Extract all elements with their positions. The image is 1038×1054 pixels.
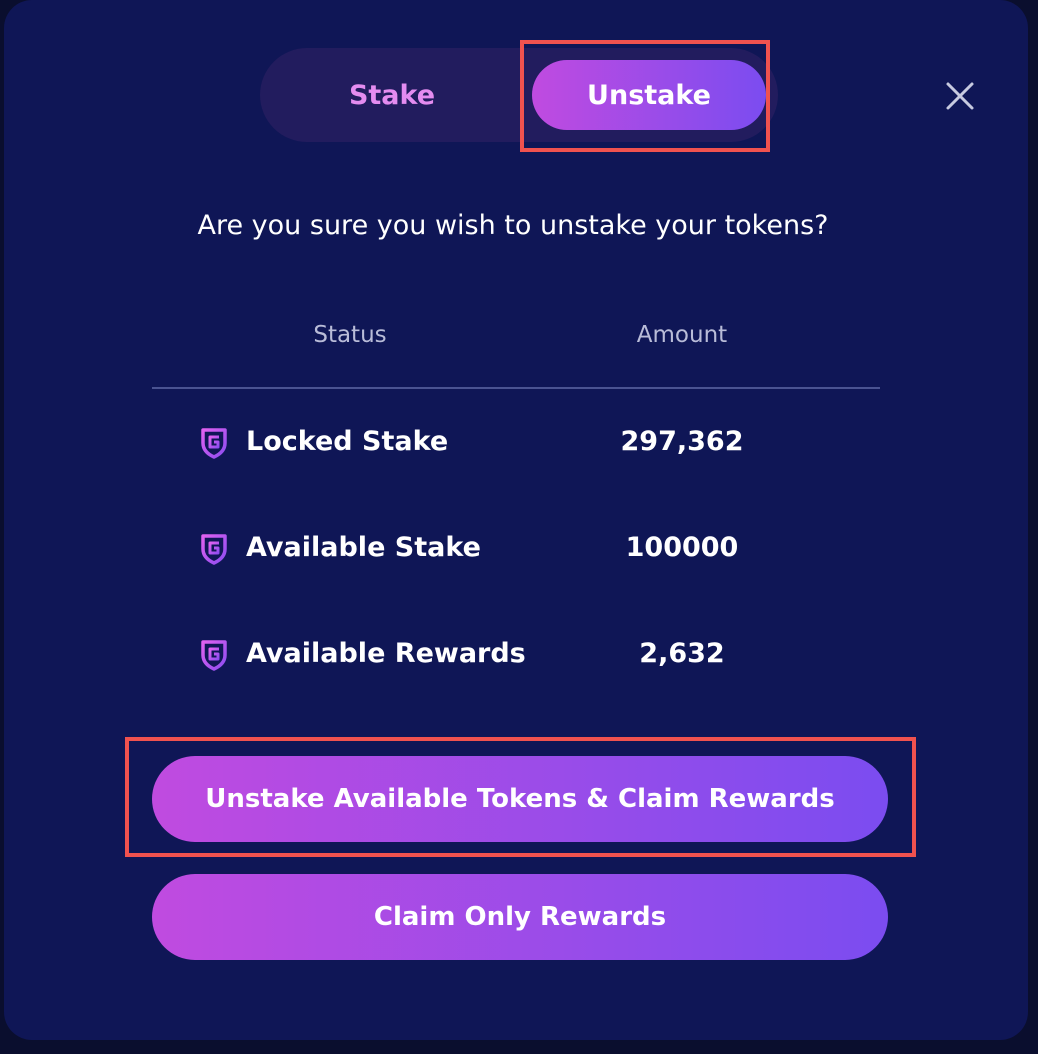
table-divider — [152, 387, 880, 389]
unstake-and-claim-button[interactable]: Unstake Available Tokens & Claim Rewards — [152, 756, 888, 842]
column-header-status: Status — [313, 322, 387, 348]
column-header-amount: Amount — [636, 322, 728, 348]
table-row-locked-stake: Locked Stake 297,362 — [152, 418, 880, 468]
g-shield-icon — [201, 428, 227, 459]
row-label: Available Stake — [246, 532, 481, 563]
confirm-question: Are you sure you wish to unstake your to… — [197, 210, 829, 241]
row-label: Locked Stake — [246, 426, 449, 457]
stake-tab-group: Stake Unstake — [260, 48, 778, 142]
row-amount: 2,632 — [639, 638, 725, 669]
table-row-available-rewards: Available Rewards 2,632 — [152, 630, 880, 680]
g-shield-icon — [201, 640, 227, 671]
row-amount: 100000 — [625, 532, 739, 563]
close-icon — [946, 82, 974, 110]
row-amount: 297,362 — [620, 426, 744, 457]
close-button[interactable] — [942, 78, 978, 114]
row-label: Available Rewards — [246, 638, 526, 669]
unstake-modal: Stake Unstake Are you sure you wish to u… — [4, 0, 1028, 1040]
claim-only-rewards-button[interactable]: Claim Only Rewards — [152, 874, 888, 960]
g-shield-icon — [201, 534, 227, 565]
tab-stake[interactable]: Stake — [290, 60, 494, 130]
tab-unstake[interactable]: Unstake — [532, 60, 766, 130]
table-row-available-stake: Available Stake 100000 — [152, 524, 880, 574]
